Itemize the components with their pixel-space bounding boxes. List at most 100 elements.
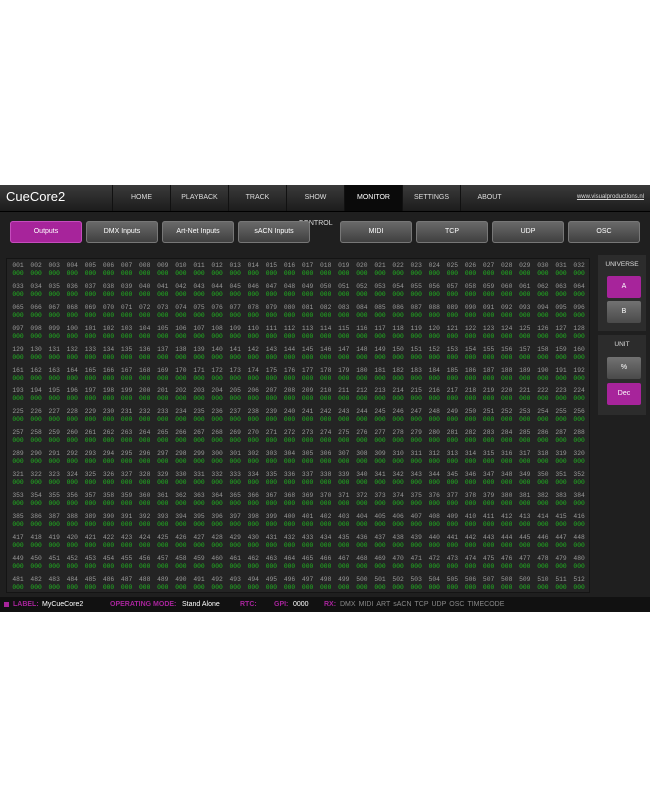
tab-tcp[interactable]: TCP [416,221,488,243]
channel-number: 386 [30,512,42,520]
channel-number: 457 [157,554,169,562]
channel-value: 000 [428,562,440,570]
website-link[interactable]: www.visualproductions.nl [577,194,644,200]
channel-number: 497 [301,575,314,583]
channel-value: 000 [501,562,513,570]
universe-button-b[interactable]: B [607,301,641,323]
channel-number: 058 [464,282,477,290]
nav-track[interactable]: TRACK [228,185,286,211]
channel-number: 427 [193,533,205,541]
nav-playback[interactable]: PLAYBACK [170,185,228,211]
tab-udp[interactable]: UDP [492,221,564,243]
channel-value: 000 [392,437,404,445]
channel-value: 000 [374,479,386,486]
channel-value: 000 [573,541,585,549]
channel-number: 441 [446,533,459,541]
channel-value: 000 [211,416,223,424]
channel-value: 000 [356,290,368,298]
tab-dmx-inputs[interactable]: DMX Inputs [86,221,158,243]
channel-number: 491 [193,575,205,583]
channel-value: 000 [320,520,332,528]
channel-number: 164 [66,366,78,374]
unit-button-percent[interactable]: % [607,357,641,379]
channel-value: 000 [120,437,133,445]
channel-number: 235 [193,408,205,416]
channel-value: 000 [537,458,549,466]
channel-number: 315 [482,450,495,458]
channel-number: 129 [12,345,24,353]
channel-value: 000 [12,541,24,549]
channel-value: 000 [519,353,531,361]
channel-number: 445 [519,533,531,541]
channel-number: 317 [519,450,531,458]
channel-value: 000 [410,520,422,528]
channel-number: 488 [139,575,151,583]
channel-value: 000 [392,416,404,424]
channel-number: 332 [211,471,223,478]
channel-value: 000 [193,437,205,445]
channel-number: 395 [193,512,205,520]
nav-monitor[interactable]: MONITOR [344,185,402,211]
nav-about[interactable]: ABOUT [460,185,518,211]
channel-number: 473 [446,554,459,562]
channel-value: 000 [501,332,513,340]
tab-sacn-inputs[interactable]: sACN Inputs [238,221,310,243]
channel-value: 000 [446,499,459,507]
channel-number: 123 [482,324,495,332]
channel-value: 000 [338,520,350,528]
nav-show-control[interactable]: SHOW CONTROL [286,185,344,227]
channel-value: 000 [175,458,187,466]
channel-value: 000 [338,562,350,570]
channel-value: 000 [537,416,549,424]
channel-number: 205 [229,387,241,395]
channel-value: 000 [139,583,151,591]
tab-art-net-inputs[interactable]: Art-Net Inputs [162,221,234,243]
channel-number: 055 [410,282,422,290]
channel-number: 001 [12,262,24,269]
channel-value: 000 [84,458,97,466]
channel-number: 475 [482,554,495,562]
channel-value: 000 [211,311,223,319]
channel-number: 199 [120,387,133,395]
channel-number: 285 [519,429,531,437]
channel-number: 393 [157,512,169,520]
channel-value: 000 [537,437,549,445]
channel-number: 442 [464,533,477,541]
channel-value: 000 [555,541,567,549]
channel-number: 301 [229,450,241,458]
channel-number: 120 [428,324,440,332]
channel-number: 112 [283,324,296,332]
channel-number: 078 [247,303,259,311]
tab-outputs[interactable]: Outputs [10,221,82,243]
channel-value: 000 [247,353,259,361]
nav-home[interactable]: HOME [112,185,170,211]
channel-value: 000 [555,437,567,445]
channel-number: 161 [12,366,24,374]
channel-value: 000 [157,499,169,507]
channel-number: 086 [392,303,404,311]
top-bar: CueCore2 HOME PLAYBACK TRACK SHOW CONTROL MO… [0,185,650,227]
channel-number: 179 [338,366,350,374]
unit-button-dec[interactable]: Dec [607,383,641,405]
channel-number: 029 [519,262,531,269]
channel-value: 000 [573,290,585,298]
channel-value: 000 [464,562,477,570]
tab-osc[interactable]: OSC [568,221,640,243]
channel-value: 000 [229,332,241,340]
channel-number: 420 [66,533,78,541]
tab-midi[interactable]: MIDI [340,221,412,243]
channel-value: 000 [283,458,296,466]
channel-value: 000 [247,395,259,403]
channel-value: 000 [320,270,332,277]
channel-value: 000 [84,583,97,591]
channel-number: 221 [519,387,531,395]
channel-number: 087 [410,303,422,311]
channel-value: 000 [320,374,332,382]
channel-number: 350 [537,471,549,478]
channel-number: 287 [555,429,567,437]
channel-number: 137 [157,345,169,353]
channel-value: 000 [30,458,42,466]
universe-button-a[interactable]: A [607,276,641,298]
channel-number: 455 [120,554,133,562]
nav-settings[interactable]: SETTINGS [402,185,460,211]
